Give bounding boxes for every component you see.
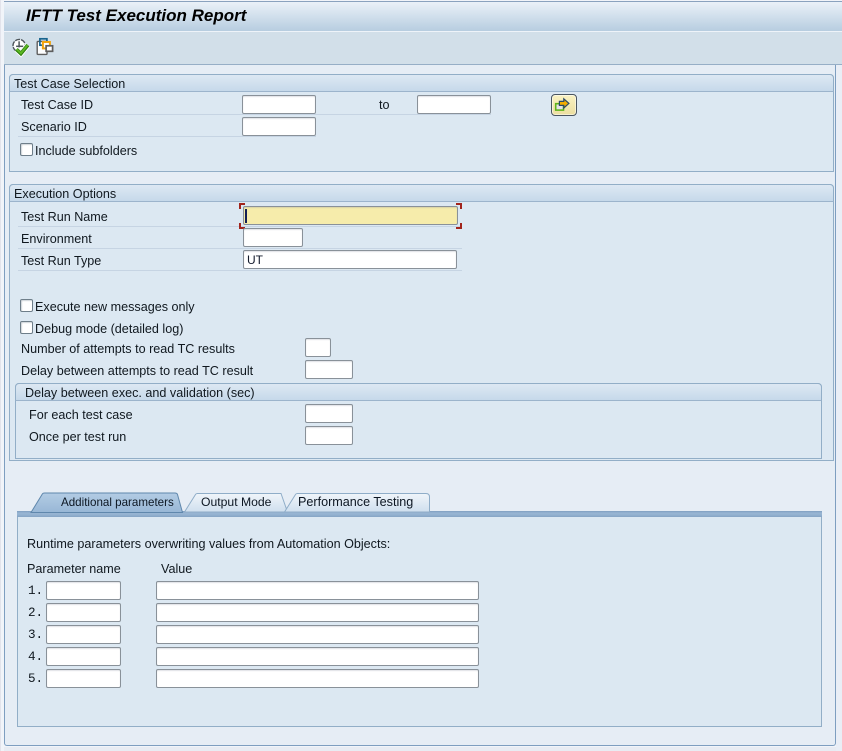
- svg-text:Additional parameters: Additional parameters: [61, 496, 174, 509]
- svg-text:Output Mode: Output Mode: [201, 495, 272, 509]
- svg-text:Performance Testing: Performance Testing: [298, 495, 413, 509]
